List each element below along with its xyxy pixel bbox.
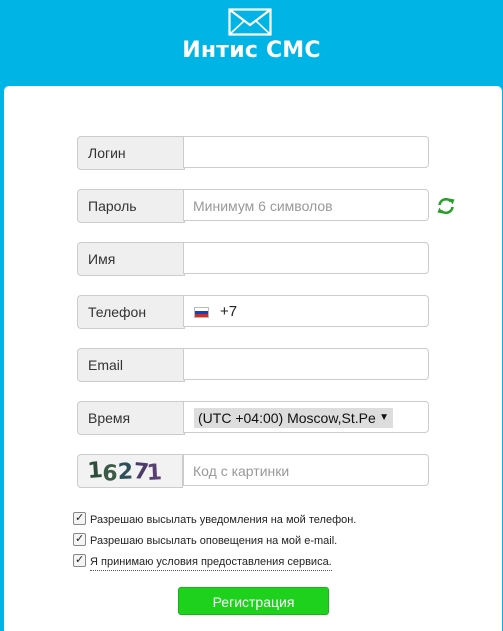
phone-label: Телефон — [77, 295, 185, 329]
email-label: Email — [77, 348, 185, 382]
login-row: Логин — [77, 136, 429, 170]
login-input[interactable] — [183, 136, 429, 168]
captcha-placeholder: Код с картинки — [193, 463, 290, 479]
captcha-row: 1 6 2 7 1 Код с картинки — [77, 454, 429, 488]
envelope-icon — [228, 8, 272, 36]
notify-phone-checkbox[interactable]: ✓ — [73, 512, 86, 525]
password-placeholder: Минимум 6 символов — [193, 198, 333, 214]
password-label: Пароль — [77, 189, 185, 223]
timezone-selected-value: (UTC +04:00) Moscow,St.Pe — [198, 410, 376, 426]
terms-link[interactable]: Я принимаю условия предоставления сервис… — [90, 554, 332, 571]
timezone-row: Время (UTC +04:00) Moscow,St.Pe ▼ — [77, 401, 429, 435]
phone-input[interactable]: +7 — [183, 295, 429, 327]
timezone-label: Время — [77, 401, 185, 435]
phone-row: Телефон +7 — [77, 295, 429, 329]
captcha-char-5: 1 — [146, 460, 163, 486]
russia-flag-icon[interactable] — [194, 307, 209, 318]
password-input[interactable]: Минимум 6 символов — [183, 189, 429, 221]
terms-checkbox[interactable]: ✓ — [73, 554, 86, 567]
dropdown-arrow-icon: ▼ — [379, 412, 389, 423]
login-label: Логин — [77, 136, 185, 170]
notify-phone-label: Разрешаю высылать уведомления на мой тел… — [90, 514, 357, 526]
captcha-image: 1 6 2 7 1 — [77, 454, 183, 488]
password-row: Пароль Минимум 6 символов — [77, 189, 429, 223]
register-button[interactable]: Регистрация — [178, 587, 329, 615]
timezone-field: (UTC +04:00) Moscow,St.Pe ▼ — [183, 401, 429, 433]
name-row: Имя — [77, 242, 429, 276]
captcha-char-3: 2 — [117, 459, 133, 485]
captcha-glyphs: 1 6 2 7 1 — [87, 458, 163, 487]
captcha-char-2: 6 — [102, 461, 119, 487]
app-title: Интис СМС — [182, 38, 321, 63]
refresh-icon[interactable] — [436, 197, 456, 215]
name-input[interactable] — [183, 242, 429, 274]
header: Интис СМС — [0, 0, 503, 86]
email-input[interactable] — [183, 348, 429, 380]
timezone-select[interactable]: (UTC +04:00) Moscow,St.Pe ▼ — [194, 408, 393, 428]
phone-country-code: +7 — [220, 303, 238, 320]
notify-email-checkbox[interactable]: ✓ — [73, 533, 86, 546]
notify-email-label: Разрешаю высылать оповещения на мой e-ma… — [90, 535, 338, 547]
captcha-input[interactable]: Код с картинки — [183, 454, 429, 486]
name-label: Имя — [77, 242, 185, 276]
email-row: Email — [77, 348, 429, 382]
